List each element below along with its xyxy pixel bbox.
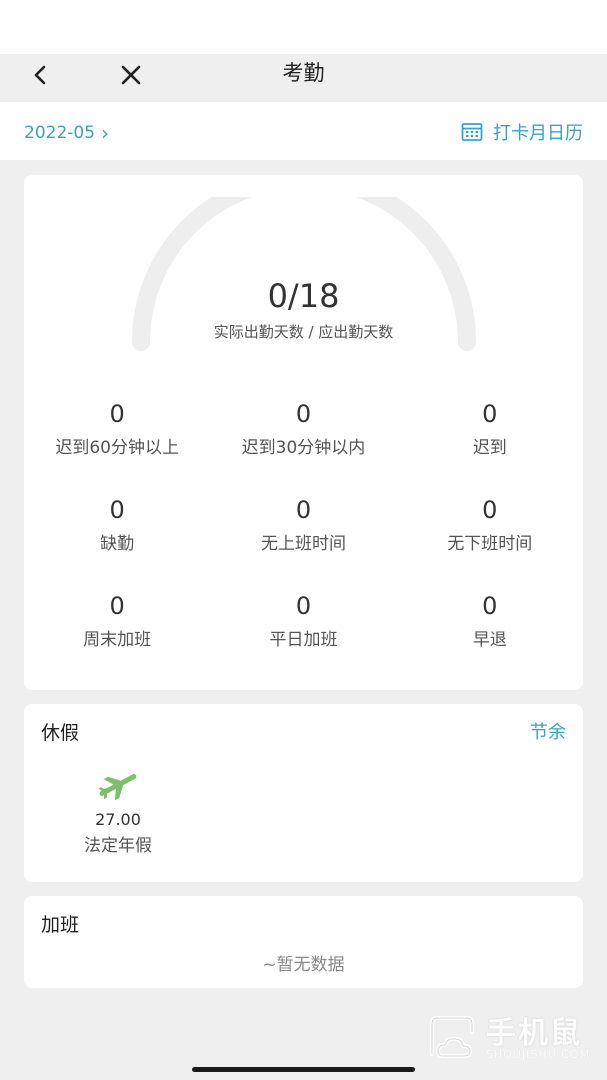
stat-label: 缺勤: [100, 534, 135, 554]
month-bar: 2022-05 › 打卡月日历: [0, 102, 607, 160]
airplane-icon: [98, 774, 137, 801]
stat-no-clock-in[interactable]: 0 无上班时间: [210, 493, 396, 569]
attendance-caption: 实际出勤天数 / 应出勤天数: [213, 323, 394, 341]
stat-absent[interactable]: 0 缺勤: [24, 493, 210, 569]
close-button[interactable]: [116, 60, 146, 90]
back-button[interactable]: [26, 60, 54, 90]
calendar-icon: [461, 123, 483, 141]
stat-value: 0: [295, 496, 312, 524]
punch-calendar-label: 打卡月日历: [493, 123, 583, 144]
overtime-card: 加班 ~暂无数据: [24, 896, 583, 988]
home-indicator: [192, 1067, 415, 1072]
month-selector[interactable]: 2022-05 ›: [24, 120, 109, 146]
stat-label: 迟到: [472, 438, 507, 458]
stat-label: 迟到60分钟以上: [55, 438, 179, 458]
stat-value: 0: [109, 592, 125, 620]
chevron-left-icon: [34, 65, 46, 85]
watermark-text-cn: 手机鼠: [486, 1016, 582, 1051]
stat-no-clock-out[interactable]: 0 无下班时间: [397, 493, 583, 569]
stat-weekend-overtime[interactable]: 0 周末加班: [24, 589, 210, 665]
stats-grid: 0 迟到60分钟以上 0 迟到30分钟以内 0 迟到 0 缺勤 0 无上班时间 …: [24, 397, 583, 665]
attendance-value: 0/18: [267, 277, 340, 315]
stat-label: 迟到30分钟以内: [241, 438, 366, 458]
month-label: 2022-05: [24, 123, 96, 143]
leave-card: 休假 节余 27.00 法定年假: [24, 704, 583, 882]
close-icon: [121, 65, 141, 85]
overtime-title: 加班: [41, 914, 80, 936]
stat-late-within-30[interactable]: 0 迟到30分钟以内: [210, 397, 396, 473]
leave-balance-link[interactable]: 节余: [530, 718, 566, 744]
empty-state-text: ~暂无数据: [262, 955, 345, 975]
stat-value: 0: [482, 592, 498, 620]
stat-label: 无下班时间: [447, 534, 533, 554]
stat-value: 0: [109, 400, 125, 428]
stat-label: 周末加班: [83, 630, 152, 650]
stat-late[interactable]: 0 迟到: [397, 397, 583, 473]
stat-value: 0: [109, 496, 125, 524]
leave-item-annual[interactable]: 27.00 法定年假: [64, 768, 172, 856]
leave-label: 法定年假: [84, 836, 152, 856]
attendance-summary-card: 0/18 实际出勤天数 / 应出勤天数 0 迟到60分钟以上 0 迟到30分钟以…: [24, 170, 583, 690]
navigation-bar: 考勤: [0, 54, 607, 102]
stat-label: 无上班时间: [260, 534, 346, 554]
leave-title: 休假: [41, 722, 80, 744]
stat-label: 早退: [472, 630, 507, 650]
page-title: 考勤: [282, 61, 325, 85]
chevron-right-icon: ›: [101, 121, 110, 145]
leave-value: 27.00: [95, 810, 141, 829]
stat-value: 0: [295, 400, 312, 428]
stat-late-over-60[interactable]: 0 迟到60分钟以上: [24, 397, 210, 473]
stat-value: 0: [482, 400, 498, 428]
stat-value: 0: [482, 496, 498, 524]
stat-early-leave[interactable]: 0 早退: [397, 589, 583, 665]
stat-label: 平日加班: [269, 630, 338, 650]
watermark-text-en: SHOUJISHU.COM: [486, 1048, 591, 1061]
stat-weekday-overtime[interactable]: 0 平日加班: [210, 589, 396, 665]
stat-value: 0: [295, 592, 312, 620]
watermark-logo-icon: [430, 1016, 474, 1058]
punch-calendar-link[interactable]: 打卡月日历: [461, 118, 583, 146]
watermark: 手机鼠 SHOUJISHU.COM: [424, 1008, 594, 1068]
status-bar: [0, 0, 607, 54]
